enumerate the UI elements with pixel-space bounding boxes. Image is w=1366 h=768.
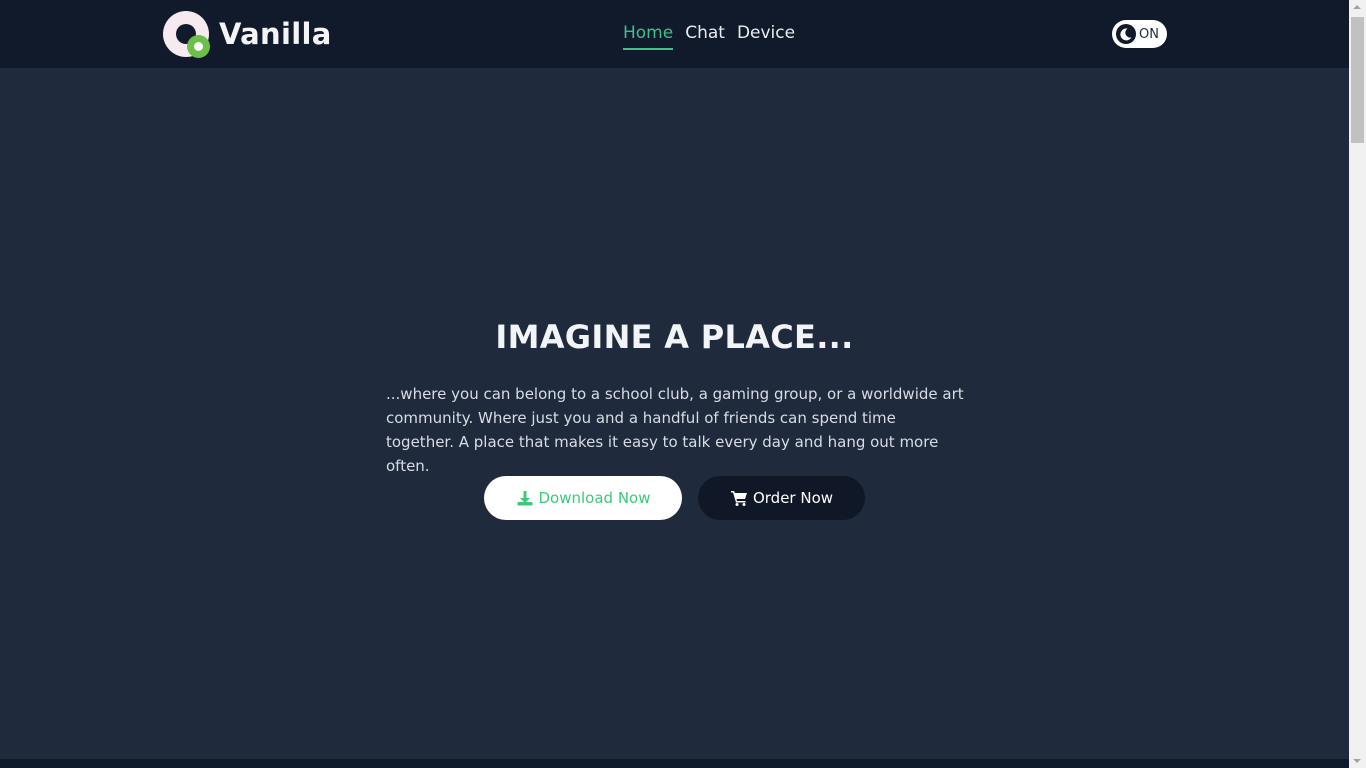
- order-now-button[interactable]: Order Now: [698, 476, 865, 520]
- vanilla-logo-icon: [163, 10, 210, 58]
- footer-strip: [0, 759, 1349, 768]
- theme-toggle[interactable]: ON: [1112, 20, 1167, 48]
- hero-title: IMAGINE A PLACE...: [495, 318, 854, 356]
- nav-home[interactable]: Home: [623, 22, 674, 50]
- download-icon: [516, 489, 534, 507]
- page-scrollbar[interactable]: [1349, 0, 1366, 768]
- nav-chat[interactable]: Chat: [685, 22, 725, 50]
- hero-description: ...where you can belong to a school club…: [386, 385, 964, 475]
- scroll-up-arrow-icon[interactable]: [1353, 5, 1361, 9]
- download-now-label: Download Now: [538, 489, 651, 507]
- brand-name: Vanilla: [219, 16, 332, 51]
- navbar: Vanilla Home Chat Device ON: [0, 0, 1349, 68]
- order-now-label: Order Now: [752, 489, 834, 507]
- page: Vanilla Home Chat Device ON IMAGINE A PL…: [0, 0, 1349, 768]
- download-now-button[interactable]: Download Now: [484, 476, 682, 520]
- main-nav: Home Chat Device: [623, 22, 795, 50]
- cart-icon: [730, 489, 748, 507]
- scroll-down-arrow-icon[interactable]: [1353, 759, 1361, 763]
- toggle-label: ON: [1139, 26, 1159, 42]
- brand-logo-link[interactable]: Vanilla: [163, 10, 332, 58]
- moon-icon: [1116, 24, 1136, 44]
- scroll-thumb[interactable]: [1351, 17, 1364, 143]
- nav-device[interactable]: Device: [737, 22, 795, 50]
